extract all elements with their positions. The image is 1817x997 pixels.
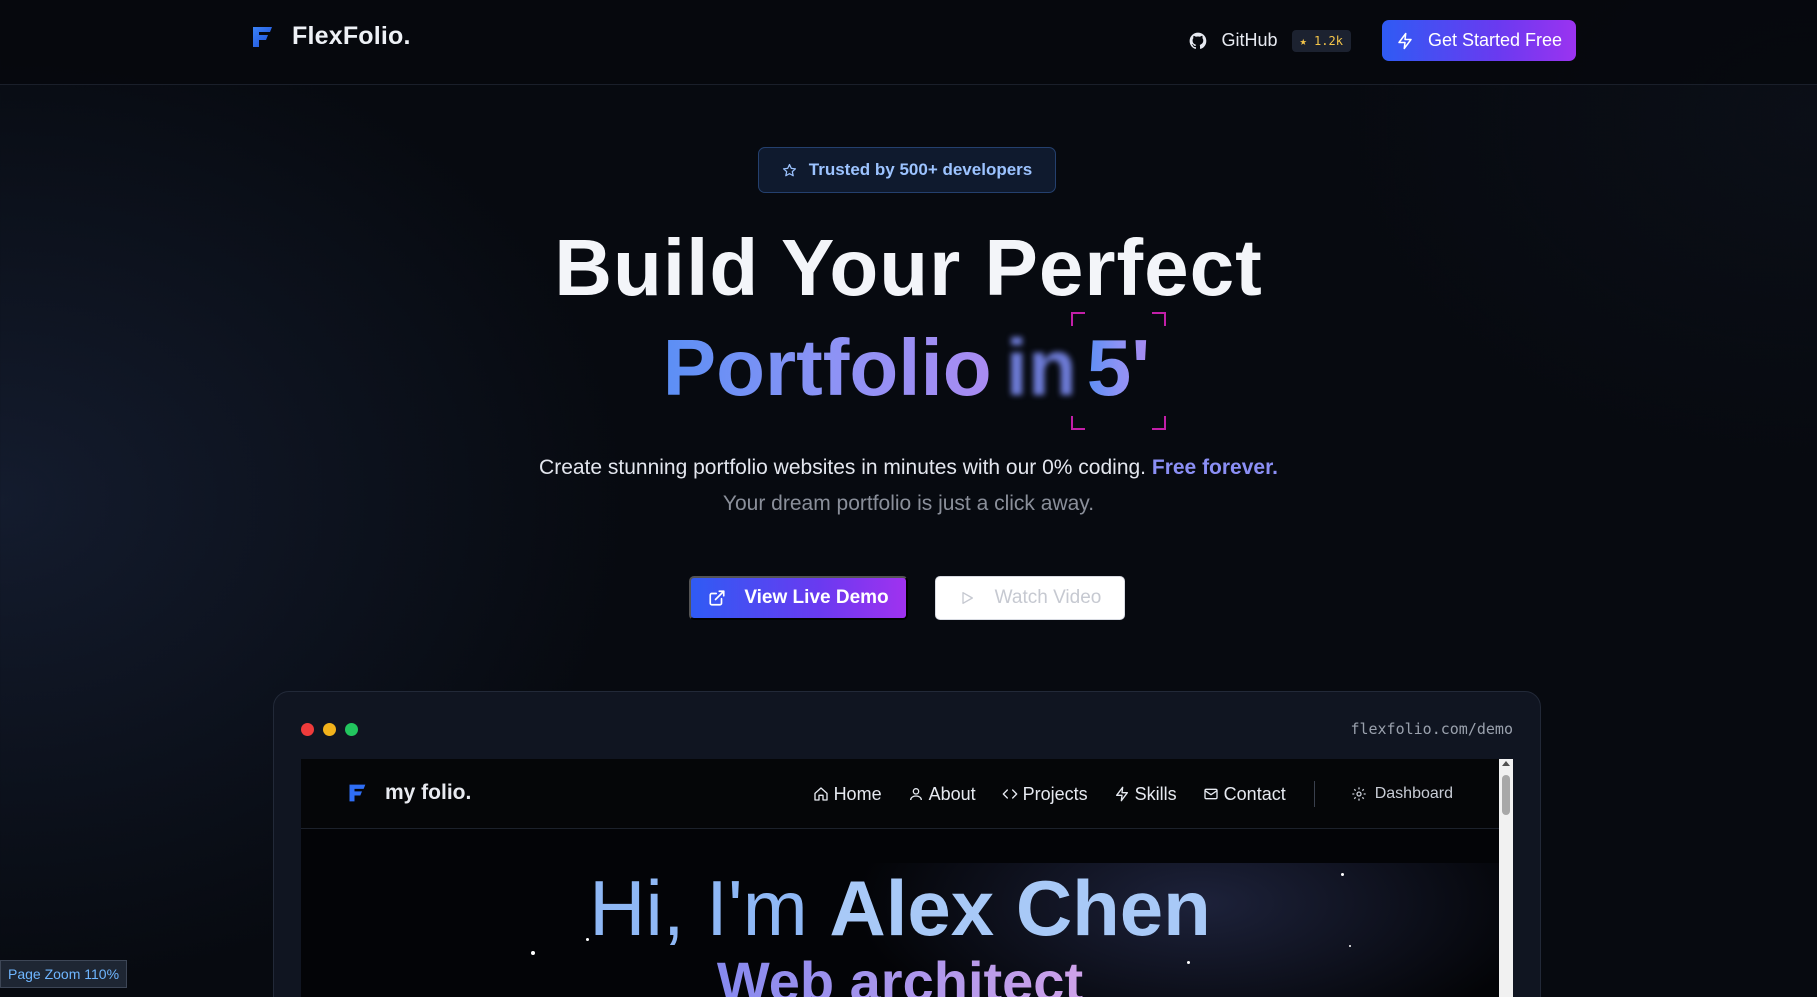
trusted-badge: Trusted by 500+ developers — [758, 147, 1056, 193]
github-icon[interactable] — [1188, 31, 1208, 51]
hero-tagline: Your dream portfolio is just a click awa… — [722, 492, 1095, 515]
hero-counter-value: 5' — [1086, 323, 1151, 412]
preview-scrollbar[interactable] — [1499, 759, 1513, 997]
mail-icon — [1204, 788, 1218, 800]
preview-greeting-name: Alex Chen — [829, 864, 1211, 952]
preview-nav-skills-label: Skills — [1134, 783, 1177, 804]
view-live-demo-label: View Live Demo — [744, 587, 889, 608]
get-started-button[interactable]: Get Started Free — [1381, 20, 1576, 61]
hero-title-word: Portfolio — [662, 323, 992, 412]
gear-icon — [1352, 787, 1366, 801]
hero-subtitle-highlight: Free forever. — [1151, 456, 1278, 479]
preview-nav-contact-label: Contact — [1223, 783, 1286, 804]
nav-divider — [1313, 781, 1315, 807]
watch-video-label: Watch Video — [994, 587, 1102, 608]
preview-nav-projects-label: Projects — [1022, 783, 1088, 804]
nav-actions: GitHub ★ 1.2k Get Started Free — [1188, 20, 1576, 61]
demo-preview-window: flexfolio.com/demo my folio. Home About — [273, 691, 1541, 997]
preview-dashboard-label: Dashboard — [1374, 785, 1453, 802]
preview-nav-about-label: About — [928, 783, 976, 804]
github-stars-badge: ★ 1.2k — [1291, 29, 1351, 52]
preview-greeting-prefix: Hi, I'm — [589, 864, 808, 952]
maximize-dot — [345, 723, 358, 736]
home-icon — [813, 787, 828, 801]
scrollbar-thumb[interactable] — [1502, 775, 1510, 815]
hero-counter: 5' — [1070, 312, 1167, 430]
trusted-badge-label: Trusted by 500+ developers — [808, 160, 1033, 179]
preview-nav-skills[interactable]: Skills — [1114, 784, 1177, 805]
hero-title: Build Your Perfect — [554, 223, 1263, 312]
preview-brand-name: my folio. — [385, 781, 472, 804]
top-navbar: FlexFolio. GitHub ★ 1.2k Get Started Fre… — [0, 0, 1817, 85]
flexfolio-logo-icon — [253, 26, 272, 47]
preview-url: flexfolio.com/demo — [1350, 720, 1513, 738]
preview-dashboard-link[interactable]: Dashboard — [1351, 785, 1453, 803]
user-icon — [909, 788, 922, 801]
page-zoom-indicator: Page Zoom 110% — [0, 960, 128, 988]
hero-subtitle: Create stunning portfolio websites in mi… — [0, 456, 1817, 480]
minimize-dot — [323, 723, 336, 736]
hero-title-blurred-word: in — [1005, 323, 1077, 412]
external-link-icon — [709, 590, 725, 606]
preview-nav-home[interactable]: Home — [813, 784, 882, 805]
lightning-icon — [1398, 32, 1412, 49]
preview-site-nav: my folio. Home About Projects Skills Con… — [301, 759, 1499, 829]
github-link[interactable]: GitHub — [1222, 30, 1278, 51]
close-dot — [301, 723, 314, 736]
preview-nav-about[interactable]: About — [908, 784, 976, 805]
code-icon — [1002, 789, 1017, 799]
hero-subtitle-text: Create stunning portfolio websites in mi… — [539, 456, 1147, 479]
window-controls — [301, 723, 358, 736]
preview-nav-contact[interactable]: Contact — [1203, 784, 1286, 805]
scroll-up-arrow-icon[interactable] — [1502, 761, 1510, 766]
watch-video-button[interactable]: Watch Video — [935, 576, 1125, 620]
preview-greeting: Hi, I'm Alex Chen — [301, 863, 1499, 954]
view-live-demo-button[interactable]: View Live Demo — [689, 576, 908, 620]
star-icon — [782, 163, 796, 176]
preview-nav-projects[interactable]: Projects — [1002, 784, 1088, 805]
hero-title-line2: Portfolio in 5' — [0, 312, 1817, 430]
folio-logo-icon — [349, 784, 366, 802]
get-started-label: Get Started Free — [1427, 30, 1562, 50]
preview-brand[interactable]: my folio. — [347, 781, 471, 805]
lightning-icon — [1115, 786, 1128, 802]
preview-role: Web architect — [301, 949, 1499, 997]
preview-viewport[interactable]: my folio. Home About Projects Skills Con… — [301, 759, 1513, 997]
preview-nav-links: Home About Projects Skills Contact Dashb… — [813, 781, 1453, 807]
play-icon — [961, 592, 973, 604]
brand-name: FlexFolio. — [292, 22, 411, 50]
brand-link[interactable]: FlexFolio. — [250, 22, 411, 51]
preview-nav-home-label: Home — [833, 783, 882, 804]
